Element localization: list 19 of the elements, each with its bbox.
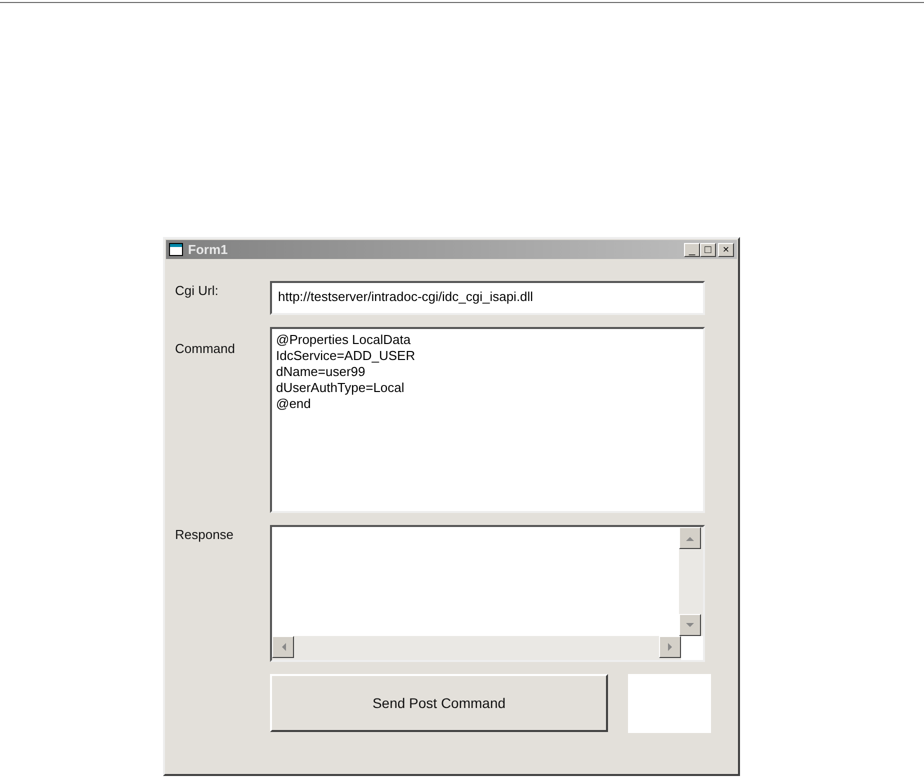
url-field[interactable]: http://testserver/intradoc-cgi/idc_cgi_isapi.dll [270,281,705,315]
field-label: Response [175,526,235,542]
command-line: @end [276,396,311,412]
command-line: dUserAuthType=Local [276,380,404,396]
window-icon [169,243,183,256]
horizontal-scrollbar[interactable] [272,636,681,660]
window-control-button[interactable]: □ [700,242,716,256]
window-title: Form1 [188,242,228,257]
field-label: Cgi Url: [175,282,220,298]
command-line: @Properties LocalData [276,332,411,348]
window-control-button[interactable]: _ [684,242,700,256]
response-field[interactable] [270,525,705,662]
field-label: Command [175,340,236,356]
command-line: dName=user99 [276,364,366,380]
vertical-scrollbar[interactable] [679,527,703,636]
send-post-command-button[interactable]: Send Post Command [270,674,608,732]
window-control-button[interactable]: × [718,242,734,256]
command-line: IdcService=ADD_USER [276,348,416,364]
command-field[interactable]: @Properties LocalData IdcService=ADD_USER dName=user99 dUserAuthType=Local @end [270,327,705,513]
